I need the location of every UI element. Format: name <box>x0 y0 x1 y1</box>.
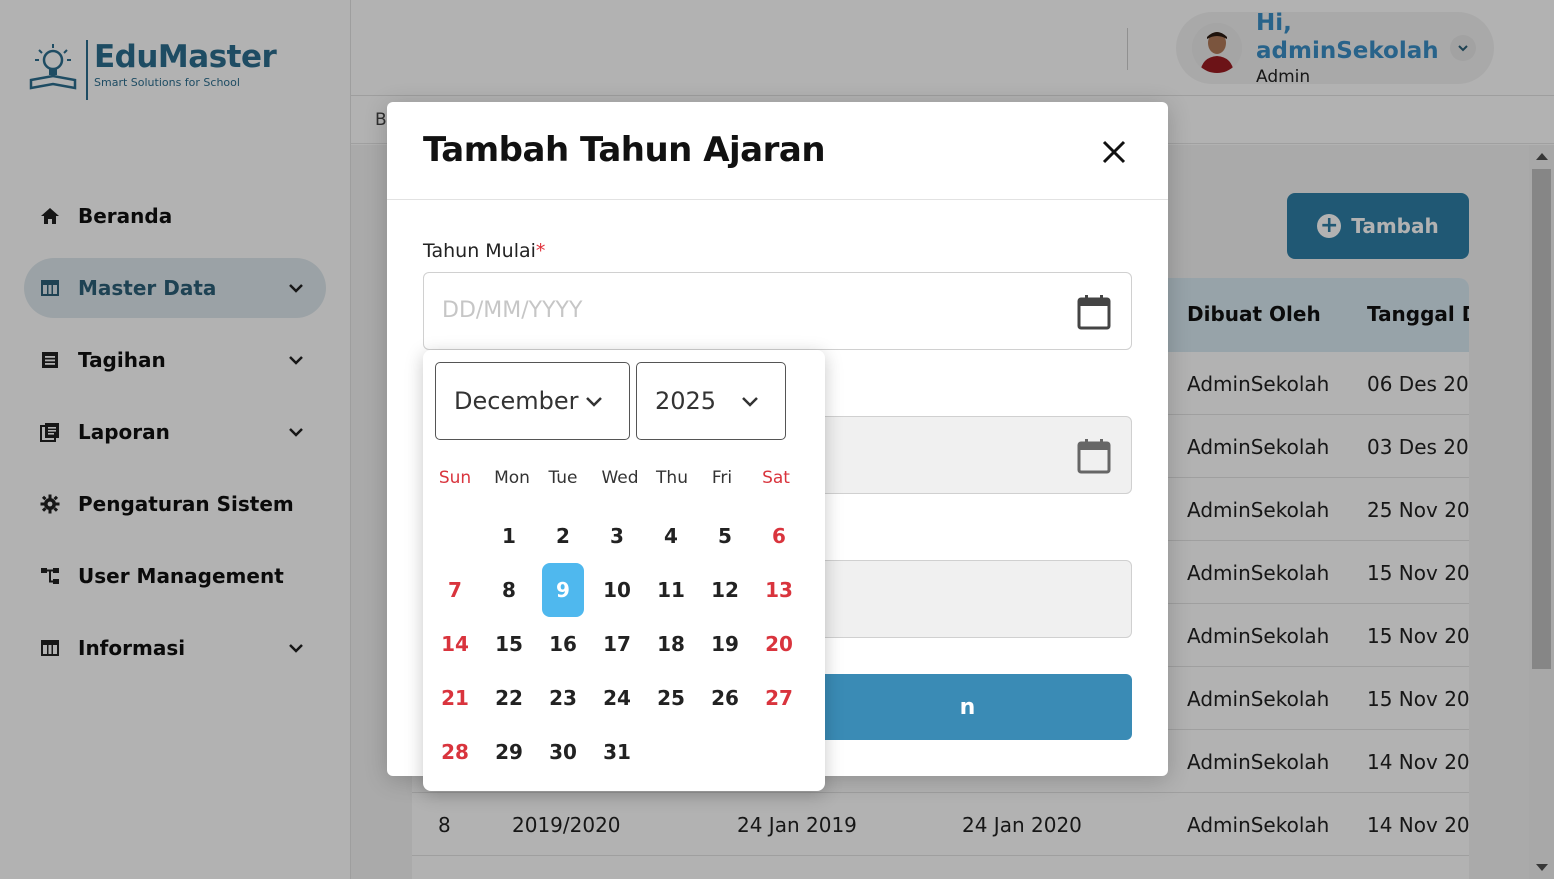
weekday-header: Mon <box>494 468 530 488</box>
calendar-day[interactable]: 7 <box>434 563 476 617</box>
weekday-header: Fri <box>711 468 733 488</box>
calendar-day[interactable]: 14 <box>434 617 476 671</box>
calendar-day[interactable]: 27 <box>758 671 800 725</box>
calendar-day[interactable]: 30 <box>542 725 584 779</box>
save-button-label: n <box>959 694 976 720</box>
calendar-day[interactable]: 17 <box>596 617 638 671</box>
calendar-day-selected[interactable]: 9 <box>542 563 584 617</box>
calendar-day[interactable]: 22 <box>488 671 530 725</box>
calendar-day[interactable]: 23 <box>542 671 584 725</box>
calendar-day[interactable]: 5 <box>704 509 746 563</box>
year-select-value: 2025 <box>655 387 717 415</box>
year-select[interactable]: 2025 <box>636 362 786 440</box>
calendar-day[interactable]: 26 <box>704 671 746 725</box>
weekday-header: Tue <box>548 468 578 488</box>
month-select-value: December <box>454 387 579 415</box>
calendar-day[interactable]: 18 <box>650 617 692 671</box>
calendar-icon[interactable] <box>1077 438 1111 474</box>
calendar-day[interactable]: 11 <box>650 563 692 617</box>
dialog-title: Tambah Tahun Ajaran <box>423 130 826 170</box>
calendar-day[interactable]: 20 <box>758 617 800 671</box>
calendar-day[interactable]: 12 <box>704 563 746 617</box>
calendar-day[interactable]: 1 <box>488 509 530 563</box>
weekday-header: Wed <box>601 468 639 488</box>
calendar-day[interactable]: 15 <box>488 617 530 671</box>
chevron-down-icon <box>583 396 605 407</box>
dialog-header: Tambah Tahun Ajaran <box>387 102 1168 200</box>
calendar-day[interactable]: 16 <box>542 617 584 671</box>
weekday-header: Thu <box>656 468 688 488</box>
month-select[interactable]: December <box>435 362 630 440</box>
start-year-date-input[interactable]: DD/MM/YYYY <box>423 272 1132 350</box>
calendar-day[interactable]: 29 <box>488 725 530 779</box>
required-mark: * <box>535 240 546 262</box>
calendar-icon[interactable] <box>1077 294 1111 330</box>
chevron-down-icon <box>739 396 761 407</box>
calendar-day[interactable]: 8 <box>488 563 530 617</box>
calendar-day[interactable]: 31 <box>596 725 638 779</box>
calendar-day[interactable]: 13 <box>758 563 800 617</box>
calendar-day[interactable]: 28 <box>434 725 476 779</box>
calendar-day[interactable]: 19 <box>704 617 746 671</box>
calendar-day[interactable]: 25 <box>650 671 692 725</box>
close-icon[interactable] <box>1099 137 1129 167</box>
start-year-label: Tahun Mulai* <box>423 240 545 262</box>
calendar-day[interactable]: 3 <box>596 509 638 563</box>
weekday-header: Sun <box>438 468 472 488</box>
calendar-day[interactable]: 6 <box>758 509 800 563</box>
calendar-day[interactable]: 2 <box>542 509 584 563</box>
calendar-day[interactable]: 10 <box>596 563 638 617</box>
date-placeholder: DD/MM/YYYY <box>442 298 583 323</box>
weekday-header: Sat <box>762 468 790 488</box>
date-picker-popup: December 2025 Sun Mon Tue Wed Thu Fri Sat 1 2 3 4 5… <box>423 350 825 791</box>
start-year-label-text: Tahun Mulai <box>423 240 536 262</box>
calendar-day[interactable]: 24 <box>596 671 638 725</box>
calendar-day[interactable]: 21 <box>434 671 476 725</box>
calendar-day[interactable]: 4 <box>650 509 692 563</box>
